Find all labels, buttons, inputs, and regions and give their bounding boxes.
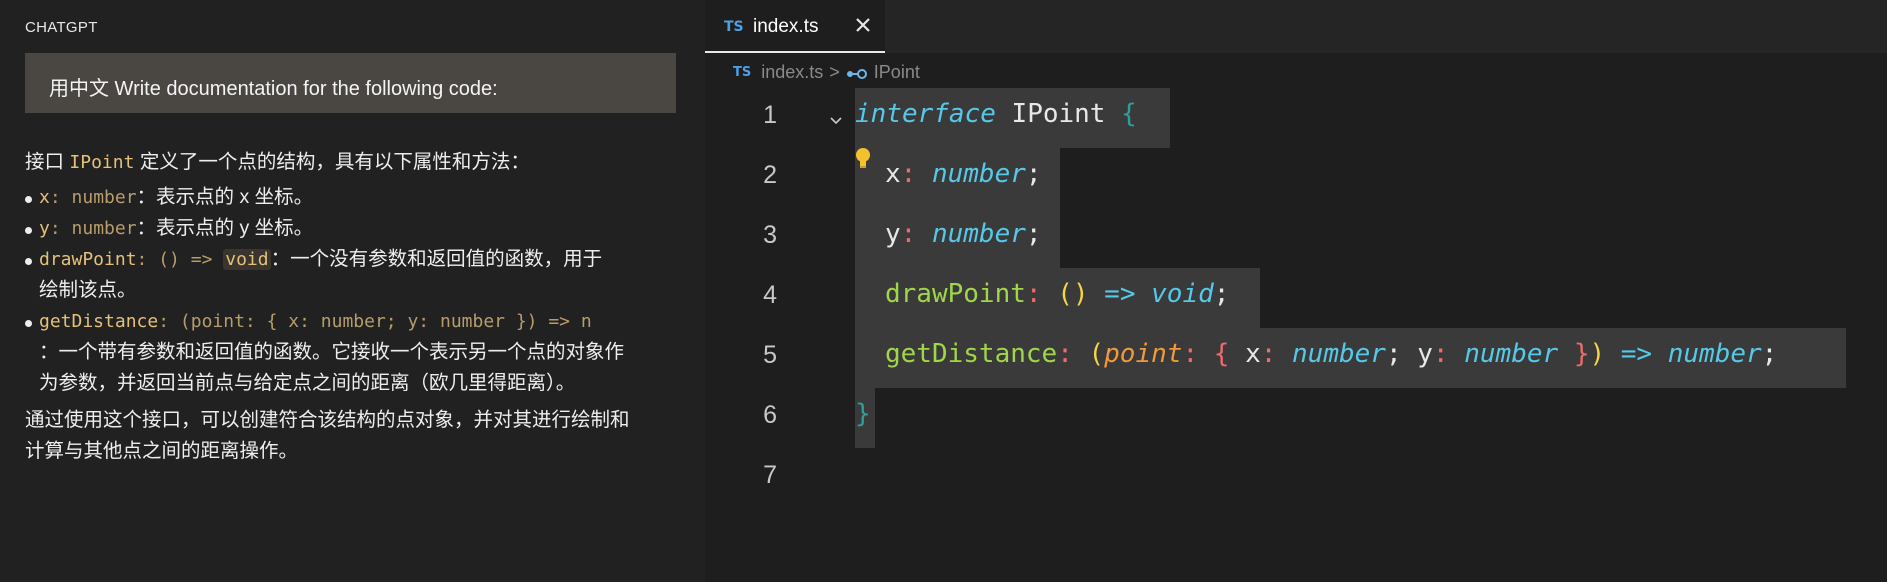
list-item-text: ：一个没有参数和返回值的函数，用于 [270,248,603,270]
code-line: 2 x: number; [705,148,1887,208]
list-item-text-cont: 绘制该点。 [39,279,137,301]
inline-code-tail: : number [49,187,137,208]
lightbulb-icon[interactable] [853,146,873,170]
chevron-down-icon[interactable] [828,105,844,125]
code-text: drawPoint: () => void; [885,279,1230,309]
list-item-text: ：表示点的 y 坐标。 [136,217,314,239]
user-prompt: 用中文 Write documentation for the followin… [25,53,676,113]
tab-label: index.ts [753,16,819,37]
tab-index-ts[interactable]: TS index.ts [705,0,885,53]
code-text: x: number; [885,159,1042,189]
code-text: interface IPoint { [855,99,1137,129]
list-item: getDistance: (point: { x: number; y: num… [25,306,680,399]
ts-file-icon: TS [733,64,752,80]
close-icon[interactable] [851,13,875,37]
code-line: 7 [705,448,1887,508]
panel-title: CHATGPT [25,19,98,36]
tab-bar: TS index.ts [705,0,1887,53]
code-line: 4 drawPoint: () => void; [705,268,1887,328]
conclusion-line: 计算与其他点之间的距离操作。 [25,440,299,462]
chevron-right-icon: > [829,61,840,82]
list-item-text: ：表示点的 x 坐标。 [136,186,314,208]
inline-code: x [39,187,50,208]
inline-code-tail: : (point: { x: number; y: number }) => n [158,311,592,332]
code-overflow-line[interactable]: getDistance: (point: { x: number; y: num… [39,306,680,337]
assistant-answer: 接口 IPoint 定义了一个点的结构，具有以下属性和方法： x: number… [25,147,680,467]
line-number: 3 [763,221,777,249]
list-item-text: ：一个带有参数和返回值的函数。它接收一个表示另一个点的对象作 [39,341,625,363]
line-number: 5 [763,341,777,369]
inline-code: y [39,218,50,239]
line-number: 6 [763,401,777,429]
code-line: 5 getDistance: (point: { x: number; y: n… [705,328,1887,388]
ts-file-icon: TS [724,19,744,35]
answer-intro: 接口 IPoint 定义了一个点的结构，具有以下属性和方法： [25,147,680,178]
code-editor: TS index.ts TS index.ts > IPoint 1 inter… [705,0,1887,582]
breadcrumb: TS index.ts > IPoint [733,60,920,84]
chatgpt-panel: CHATGPT 用中文 Write documentation for the … [0,0,705,582]
inline-code-void: void [223,249,271,270]
breadcrumb-file[interactable]: index.ts [761,62,823,83]
line-number: 7 [763,461,777,489]
code-text: } [855,399,871,429]
intro-prefix: 接口 [25,151,70,173]
line-number: 2 [763,161,777,189]
members-list: x: number：表示点的 x 坐标。 y: number：表示点的 y 坐标… [25,182,680,399]
line-number: 1 [763,101,777,129]
code-text: y: number; [885,219,1042,249]
breadcrumb-symbol[interactable]: IPoint [874,62,920,83]
inline-code: drawPoint [39,249,137,270]
inline-code-ipoint: IPoint [69,152,135,173]
code-line: 6 } [705,388,1887,448]
intro-suffix: 定义了一个点的结构，具有以下属性和方法： [134,151,530,173]
list-item: y: number：表示点的 y 坐标。 [25,213,680,244]
answer-conclusion: 通过使用这个接口，可以创建符合该结构的点对象，并对其进行绘制和 计算与其他点之间… [25,405,680,467]
code-text: getDistance: (point: { x: number; y: num… [885,339,1778,369]
inline-code-tail: : () => [136,249,224,270]
line-number: 4 [763,281,777,309]
interface-symbol-icon [846,65,868,79]
inline-code-tail: : number [49,218,137,239]
list-item: drawPoint: () => void ：一个没有参数和返回值的函数，用于绘制… [25,244,680,306]
list-item: x: number：表示点的 x 坐标。 [25,182,680,213]
code-line: 1 interface IPoint { [705,88,1887,148]
list-item-text-cont: 为参数，并返回当前点与给定点之间的距离（欧几里得距离）。 [39,372,576,394]
conclusion-line: 通过使用这个接口，可以创建符合该结构的点对象，并对其进行绘制和 [25,409,630,431]
inline-code: getDistance [39,311,159,332]
code-line: 3 y: number; [705,208,1887,268]
